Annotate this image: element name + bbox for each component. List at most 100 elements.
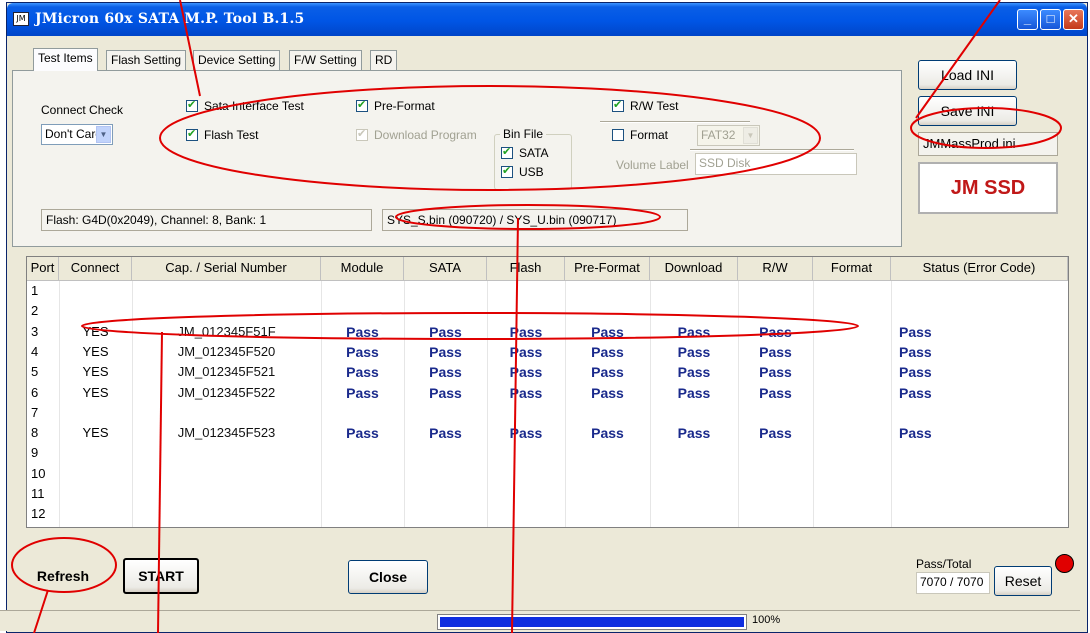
cell-port: 6: [31, 384, 39, 400]
cell-port: 8: [31, 425, 39, 441]
cell-status: Pass: [899, 323, 932, 340]
bin-sata-checkbox[interactable]: SATA: [501, 145, 549, 160]
progress-text: 100%: [752, 614, 781, 626]
reset-button[interactable]: Reset: [994, 566, 1052, 596]
app-icon[interactable]: JM: [13, 12, 29, 26]
maximize-button[interactable]: □: [1040, 9, 1061, 30]
chevron-down-icon: ▼: [743, 127, 758, 144]
column-header-rw[interactable]: R/W: [738, 257, 813, 281]
cell-module: Pass: [346, 323, 379, 340]
format-label: Format: [630, 128, 669, 142]
start-button[interactable]: START: [123, 558, 199, 594]
column-header-status[interactable]: Status (Error Code): [891, 257, 1068, 281]
close-window-button[interactable]: ✕: [1063, 9, 1084, 30]
connect-check-label: Connect Check: [41, 103, 124, 117]
rw-test-checkbox[interactable]: R/W Test: [612, 98, 678, 113]
volume-label-label: Volume Label: [616, 158, 689, 172]
column-header-module[interactable]: Module: [321, 257, 404, 281]
column-header-port[interactable]: Port: [27, 257, 59, 281]
chevron-down-icon: ▼: [96, 126, 111, 143]
status-bar: 100%: [0, 610, 1080, 631]
cell-status: Pass: [899, 384, 932, 401]
cell-port: 7: [31, 404, 39, 420]
column-header-preformat[interactable]: Pre-Format: [565, 257, 650, 281]
minimize-button[interactable]: _: [1017, 9, 1038, 30]
column-header-flash[interactable]: Flash: [487, 257, 565, 281]
cell-status: Pass: [899, 425, 932, 442]
flash-test-label: Flash Test: [204, 128, 259, 142]
bin-file-group: [494, 134, 572, 190]
tab-fw-setting[interactable]: F/W Setting: [289, 50, 362, 71]
cell-port: 10: [31, 465, 46, 481]
cell-download: Pass: [677, 323, 711, 340]
grid-line: [404, 281, 405, 527]
cell-rw: Pass: [759, 364, 792, 381]
grid-line: [487, 281, 488, 527]
column-header-format[interactable]: Format: [813, 257, 891, 281]
tab-test-items[interactable]: Test Items: [33, 48, 98, 71]
cell-status: Pass: [899, 343, 932, 360]
cell-port: 11: [31, 486, 45, 501]
download-program-checkbox[interactable]: Download Program: [356, 127, 477, 142]
checkbox-icon: [186, 98, 198, 112]
cell-sata: Pass: [429, 323, 462, 340]
flash-info-box: Flash: G4D(0x2049), Channel: 8, Bank: 1: [41, 209, 372, 231]
cell-sata: Pass: [429, 384, 462, 401]
sata-interface-test-checkbox[interactable]: Sata Interface Test: [186, 98, 304, 113]
cell-download: Pass: [677, 384, 711, 401]
refresh-button[interactable]: Refresh: [22, 560, 104, 594]
cell-port: 9: [31, 445, 39, 461]
bin-sata-label: SATA: [519, 146, 549, 160]
cell-rw: Pass: [759, 384, 792, 401]
cell-rw: Pass: [759, 323, 792, 340]
checkbox-icon: [186, 127, 198, 141]
cell-connect: YES: [82, 343, 109, 359]
grid-line: [738, 281, 739, 527]
cell-connect: YES: [82, 384, 109, 400]
cell-module: Pass: [346, 425, 379, 442]
cell-module: Pass: [346, 384, 379, 401]
title-bar[interactable]: JM JMicron 60x SATA M.P. Tool B.1.5 _ □ …: [7, 3, 1087, 36]
load-ini-button[interactable]: Load INI: [918, 60, 1017, 90]
volume-label-input[interactable]: SSD Disk: [695, 153, 857, 175]
cell-sata: Pass: [429, 343, 462, 360]
cell-serial: JM_012345F521: [177, 364, 276, 380]
tab-flash-setting[interactable]: Flash Setting: [106, 50, 187, 71]
cell-port: 3: [31, 323, 39, 339]
close-button[interactable]: Close: [348, 560, 428, 594]
flash-test-checkbox[interactable]: Flash Test: [186, 127, 259, 142]
checkbox-icon: [356, 127, 368, 141]
pre-format-checkbox[interactable]: Pre-Format: [356, 98, 435, 113]
checkbox-icon: [612, 129, 624, 141]
ini-file-display: JMMassProd.ini: [918, 132, 1058, 156]
sata-interface-test-label: Sata Interface Test: [204, 99, 304, 113]
column-header-connect[interactable]: Connect: [59, 257, 132, 281]
cell-port: 2: [31, 303, 39, 319]
grid-line: [891, 281, 892, 527]
save-ini-button[interactable]: Save INI: [918, 96, 1017, 126]
cell-preformat: Pass: [591, 384, 624, 401]
connect-check-select[interactable]: Don't Care ▼: [41, 124, 113, 145]
column-header-download[interactable]: Download: [650, 257, 738, 281]
checkbox-icon: [612, 98, 624, 112]
cell-preformat: Pass: [591, 343, 624, 360]
checkbox-icon: [501, 164, 513, 178]
cell-preformat: Pass: [591, 425, 624, 442]
format-fs-value: FAT32: [701, 128, 736, 142]
cell-flash: Pass: [509, 323, 543, 340]
column-header-sata[interactable]: SATA: [404, 257, 487, 281]
cell-connect: YES: [82, 323, 109, 339]
tab-rd[interactable]: RD: [370, 50, 398, 71]
format-checkbox[interactable]: Format: [612, 128, 668, 142]
cell-rw: Pass: [759, 425, 792, 442]
grid-line: [321, 281, 322, 527]
divider: [690, 149, 854, 151]
cell-preformat: Pass: [591, 364, 624, 381]
grid-line: [59, 281, 60, 527]
tab-device-setting[interactable]: Device Setting: [193, 50, 281, 71]
column-header-serial[interactable]: Cap. / Serial Number: [132, 257, 321, 281]
cell-module: Pass: [346, 343, 379, 360]
format-fs-select[interactable]: FAT32 ▼: [697, 125, 760, 146]
cell-serial: JM_012345F520: [177, 343, 276, 359]
bin-usb-checkbox[interactable]: USB: [501, 164, 544, 179]
